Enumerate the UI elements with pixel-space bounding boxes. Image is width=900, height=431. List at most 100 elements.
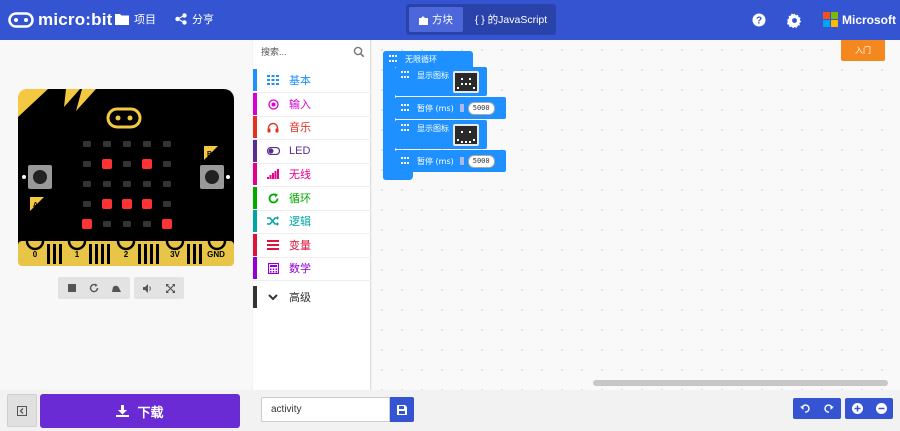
show-icon-block[interactable]: 显示图标: [395, 120, 487, 149]
simulator-controls: [58, 277, 184, 299]
pin-1-label: 1: [75, 250, 80, 259]
simulator-panel: A B 0 1 2 3V GND: [0, 40, 252, 390]
category-variables[interactable]: 变量: [253, 234, 371, 256]
category-led-label: LED: [289, 145, 311, 157]
stop-button[interactable]: [62, 278, 82, 298]
target-icon: [265, 98, 281, 110]
collapse-simulator-button[interactable]: [7, 394, 37, 427]
toolbox-search-input[interactable]: 搜索...: [261, 45, 365, 61]
javascript-mode-label: { } 的JavaScript: [474, 14, 548, 26]
download-label: 下载: [137, 404, 164, 420]
fullscreen-button[interactable]: [160, 278, 180, 298]
shuffle-icon: [265, 216, 281, 226]
search-icon: [353, 46, 365, 58]
undo-redo-group: [793, 398, 841, 419]
pin-3v-label: 3V: [170, 250, 180, 259]
undo-button[interactable]: [793, 398, 817, 419]
category-math-label: 数学: [289, 263, 311, 275]
category-loops-label: 循环: [289, 193, 311, 205]
help-icon: ?: [752, 13, 766, 27]
forever-label: 无限循环: [405, 54, 437, 64]
category-variables-label: 变量: [289, 240, 311, 252]
download-button[interactable]: 下载: [40, 394, 240, 428]
category-music[interactable]: 音乐: [253, 116, 371, 138]
project-name-input[interactable]: activity: [261, 397, 390, 422]
toggle-icon: [265, 147, 281, 155]
svg-text:?: ?: [756, 16, 762, 27]
logo-text: micro:bit: [38, 10, 113, 29]
pause-value-input[interactable]: 5000: [467, 101, 495, 115]
folder-icon: [115, 14, 129, 25]
simulator-control-group: [58, 277, 130, 299]
grid-icon: [401, 124, 411, 132]
microbit-logo[interactable]: micro:bit: [8, 9, 113, 31]
category-loops[interactable]: 循环: [253, 187, 371, 209]
value-connector: [459, 104, 464, 112]
show-icon-block[interactable]: 显示图标: [395, 67, 487, 96]
icon-picker[interactable]: [453, 124, 479, 146]
category-input[interactable]: 输入: [253, 93, 371, 115]
pause-value-input[interactable]: 5000: [467, 154, 495, 168]
refresh-icon: [265, 192, 281, 204]
gear-icon: [786, 12, 801, 28]
pause-block[interactable]: 暂停 (ms) 5000: [395, 97, 506, 119]
javascript-mode-button[interactable]: { } 的JavaScript: [468, 7, 554, 32]
collapse-icon: [17, 405, 27, 416]
grid-icon: [265, 75, 281, 85]
minus-icon: [875, 403, 887, 414]
category-advanced[interactable]: 高级: [253, 286, 371, 308]
pin-gnd-label: GND: [207, 250, 225, 259]
workspace-horizontal-scrollbar[interactable]: [593, 380, 888, 386]
bottom-bar: 下载 activity: [0, 390, 900, 431]
pin-0-label: 0: [33, 250, 38, 259]
category-led[interactable]: LED: [253, 140, 371, 162]
value-connector: [459, 157, 464, 165]
category-basic[interactable]: 基本: [253, 69, 371, 91]
stop-icon: [68, 284, 76, 292]
blocks-mode-button[interactable]: 方块: [409, 7, 463, 32]
projects-button[interactable]: 项目: [115, 11, 156, 27]
show-icon-label: 显示图标: [417, 70, 449, 80]
settings-button[interactable]: [786, 12, 802, 28]
help-button[interactable]: ?: [751, 12, 767, 28]
pin-2-label: 2: [124, 250, 129, 259]
grid-icon: [401, 104, 411, 112]
category-radio-label: 无线: [289, 169, 311, 181]
grid-icon: [401, 157, 411, 165]
save-button[interactable]: [390, 397, 414, 422]
category-logic-label: 逻辑: [289, 216, 311, 228]
undo-icon: [800, 404, 810, 413]
restart-button[interactable]: [84, 278, 104, 298]
zoom-out-button[interactable]: [869, 398, 893, 419]
share-label: 分亨: [192, 14, 214, 26]
tutorial-button[interactable]: 入门: [841, 40, 885, 61]
share-button[interactable]: 分亨: [175, 11, 214, 27]
microbit-board[interactable]: A B 0 1 2 3V GND: [18, 89, 234, 266]
redo-icon: [824, 404, 834, 413]
signal-icon: [265, 169, 281, 179]
pause-block[interactable]: 暂停 (ms) 5000: [395, 150, 506, 172]
projects-label: 项目: [134, 14, 156, 26]
pause-label: 暂停 (ms): [417, 103, 454, 113]
zoom-group: [845, 398, 893, 419]
category-logic[interactable]: 逻辑: [253, 210, 371, 232]
download-icon: [116, 405, 130, 417]
editor-mode-toggle: 方块 { } 的JavaScript: [406, 4, 556, 35]
category-math[interactable]: 数学: [253, 257, 371, 279]
slowmo-button[interactable]: [106, 278, 126, 298]
top-bar: micro:bit 项目 分亨 方块 { } 的JavaScript ? Mic…: [0, 0, 900, 40]
category-radio[interactable]: 无线: [253, 163, 371, 185]
volume-icon: [143, 283, 151, 293]
puzzle-icon: [419, 16, 428, 25]
expand-icon: [165, 283, 175, 293]
snail-icon: [111, 285, 121, 292]
redo-button[interactable]: [817, 398, 841, 419]
icon-picker[interactable]: [453, 71, 479, 93]
microsoft-logo[interactable]: Microsoft: [823, 12, 896, 27]
grid-icon: [401, 71, 411, 79]
microsoft-label: Microsoft: [842, 12, 896, 27]
chevron-down-icon: [265, 293, 281, 301]
mute-button[interactable]: [138, 278, 158, 298]
category-input-label: 输入: [289, 99, 311, 111]
zoom-in-button[interactable]: [845, 398, 869, 419]
